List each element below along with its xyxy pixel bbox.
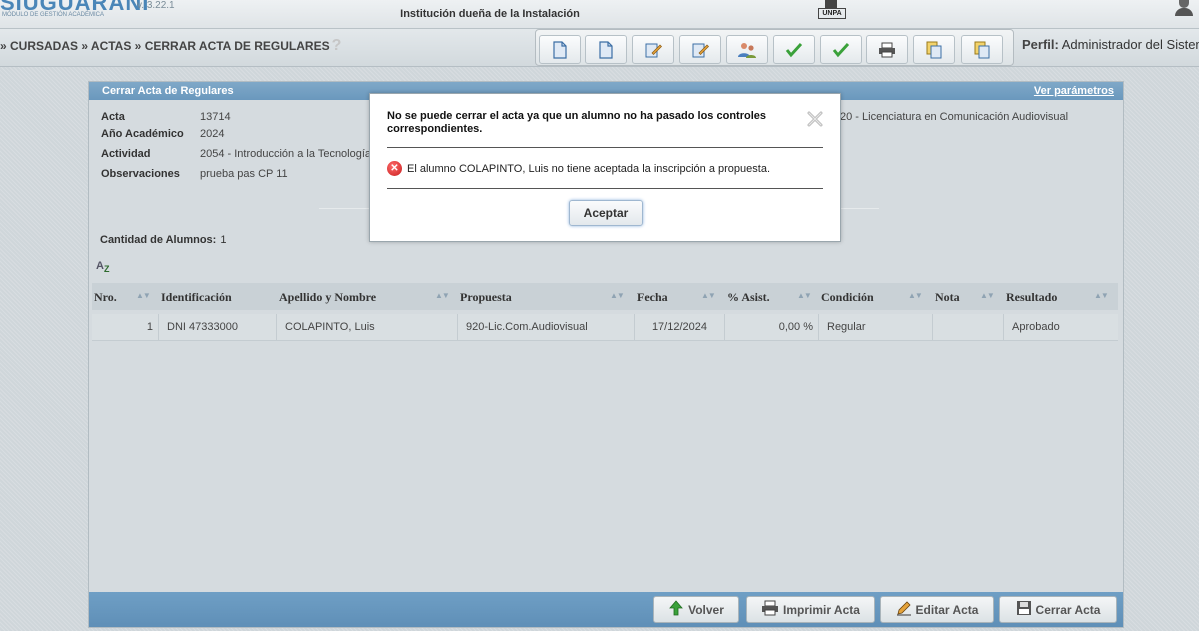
- cell-asistencia: 0,00 %: [725, 314, 819, 340]
- sort-arrows-icon[interactable]: ▲▼: [980, 291, 995, 300]
- navigation-bar: » CURSADAS » ACTAS » CERRAR ACTA DE REGU…: [0, 29, 1199, 67]
- sort-arrows-icon[interactable]: ▲▼: [610, 291, 625, 300]
- users-icon[interactable]: [726, 35, 768, 64]
- table-header: Nro. ▲▼ Identificación Apellido y Nombre ▲…: [92, 283, 1118, 310]
- panel-footer: Volver Imprimir Acta Editar Acta Cerrar …: [89, 592, 1123, 627]
- sort-arrows-icon[interactable]: ▲▼: [908, 291, 923, 300]
- copy-icon[interactable]: [961, 35, 1003, 64]
- printer-icon[interactable]: [866, 35, 908, 64]
- cantidad-alumnos: Cantidad de Alumnos: 1: [100, 234, 226, 246]
- info-value: 2024: [200, 128, 225, 140]
- profile-label: Perfil:: [1022, 37, 1059, 52]
- unpa-logo: UNPA: [818, 0, 846, 20]
- institution-name: Institución dueña de la Instalación: [400, 8, 580, 20]
- cantidad-label: Cantidad de Alumnos:: [100, 234, 217, 246]
- info-value: 13714: [200, 111, 231, 123]
- column-header-fecha[interactable]: Fecha ▲▼: [637, 290, 716, 305]
- profile-indicator: Perfil: Administrador del Sistema: [1022, 37, 1199, 52]
- check-icon[interactable]: [820, 35, 862, 64]
- document-icon[interactable]: [539, 35, 581, 64]
- error-icon: ✕: [387, 161, 402, 176]
- back-arrow-icon: [668, 600, 684, 619]
- column-header-asistencia[interactable]: % Asist. ▲▼: [727, 290, 812, 305]
- cell-nro: 1: [92, 314, 159, 340]
- cell-resultado: Aprobado: [1012, 321, 1060, 333]
- sort-az-sub: Z: [103, 264, 110, 274]
- imprimir-label: Imprimir Acta: [783, 602, 860, 617]
- column-header-identificacion[interactable]: Identificación: [161, 290, 232, 305]
- sort-arrows-icon[interactable]: ▲▼: [797, 291, 812, 300]
- column-header-nro[interactable]: Nro. ▲▼: [94, 290, 151, 305]
- operations-toolbar: [535, 29, 1014, 66]
- column-header-nota[interactable]: Nota ▲▼: [935, 290, 995, 305]
- error-message: ✕ El alumno COLAPINTO, Luis no tiene ace…: [387, 161, 770, 176]
- volver-button[interactable]: Volver: [653, 596, 739, 623]
- cell-condicion: Regular: [819, 314, 933, 340]
- copy-icon[interactable]: [913, 35, 955, 64]
- info-label: Año Académico: [101, 128, 184, 140]
- cell-apellido-nombre: COLAPINTO, Luis: [277, 314, 458, 340]
- info-value: prueba pas CP 11: [200, 168, 288, 180]
- aceptar-button[interactable]: Aceptar: [569, 200, 643, 226]
- table-row[interactable]: 1 DNI 47333000 COLAPINTO, Luis 920-Lic.C…: [92, 314, 1118, 341]
- sort-az-icon[interactable]: AZ: [96, 260, 109, 274]
- siu-guarani-logo: SIUGUARANI MÓDULO DE GESTIÓN ACADÉMICA: [0, 0, 149, 18]
- cell-nota: [933, 314, 1004, 340]
- edit-document-icon[interactable]: [679, 35, 721, 64]
- logo-subtitle: MÓDULO DE GESTIÓN ACADÉMICA: [2, 12, 105, 18]
- top-header: SIUGUARANI MÓDULO DE GESTIÓN ACADÉMICA v…: [0, 0, 1199, 29]
- imprimir-acta-button[interactable]: Imprimir Acta: [746, 596, 875, 623]
- column-header-apellido-nombre[interactable]: Apellido y Nombre ▲▼: [279, 290, 450, 305]
- cantidad-value: 1: [220, 234, 227, 246]
- sort-arrows-icon[interactable]: ▲▼: [1094, 291, 1109, 300]
- info-label: Actividad: [101, 148, 151, 160]
- info-label: Acta: [101, 111, 125, 123]
- version-label: v. 3.22.1: [137, 0, 175, 11]
- sort-arrows-icon[interactable]: ▲▼: [136, 291, 151, 300]
- sort-arrows-icon[interactable]: ▲▼: [435, 291, 450, 300]
- error-message-text: El alumno COLAPINTO, Luis no tiene acept…: [407, 162, 770, 175]
- cerrar-acta-button[interactable]: Cerrar Acta: [999, 596, 1117, 623]
- sort-arrows-icon[interactable]: ▲▼: [701, 291, 716, 300]
- cerrar-label: Cerrar Acta: [1035, 602, 1101, 617]
- error-dialog: No se puede cerrar el acta ya que un alu…: [369, 93, 841, 242]
- divider: [387, 188, 823, 189]
- ver-parametros-link[interactable]: Ver parámetros: [1034, 85, 1114, 97]
- divider: [387, 147, 823, 148]
- check-icon[interactable]: [773, 35, 815, 64]
- cell-fecha: 17/12/2024: [635, 314, 725, 340]
- column-header-condicion[interactable]: Condición ▲▼: [821, 290, 923, 305]
- printer-icon: [761, 600, 779, 619]
- column-header-propuesta[interactable]: Propuesta ▲▼: [460, 290, 625, 305]
- column-header-resultado[interactable]: Resultado ▲▼: [1006, 290, 1109, 305]
- user-icon[interactable]: [1173, 0, 1195, 16]
- pencil-icon: [896, 600, 912, 619]
- dialog-title: No se puede cerrar el acta ya que un alu…: [387, 110, 766, 135]
- info-value: 2054 - Introducción a la Tecnología: [200, 148, 372, 160]
- propuesta-value: 20 - Licenciatura en Comunicación Audiov…: [840, 111, 1069, 123]
- info-label: Observaciones: [101, 168, 180, 180]
- editar-acta-button[interactable]: Editar Acta: [880, 596, 994, 623]
- profile-value: Administrador del Sistema: [1061, 37, 1199, 52]
- cell-propuesta: 920-Lic.Com.Audiovisual: [458, 314, 635, 340]
- unpa-logo-text: UNPA: [818, 8, 846, 19]
- volver-label: Volver: [688, 602, 724, 617]
- document-icon[interactable]: [585, 35, 627, 64]
- panel-title: Cerrar Acta de Regulares: [102, 85, 234, 97]
- cell-identificacion: DNI 47333000: [159, 314, 277, 340]
- breadcrumb: » CURSADAS » ACTAS » CERRAR ACTA DE REGU…: [0, 37, 341, 55]
- sort-az-letter: A: [96, 260, 104, 272]
- help-icon[interactable]: ?: [332, 37, 342, 54]
- edit-document-icon[interactable]: [632, 35, 674, 64]
- breadcrumb-text: » CURSADAS » ACTAS » CERRAR ACTA DE REGU…: [0, 39, 330, 53]
- save-icon: [1016, 600, 1032, 619]
- editar-label: Editar Acta: [915, 602, 979, 617]
- close-icon[interactable]: [806, 110, 824, 128]
